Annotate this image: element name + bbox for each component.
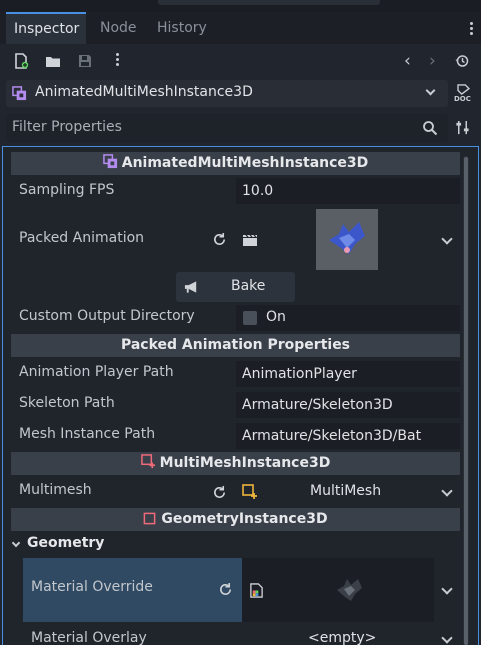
object-selector-chevron-down-icon	[425, 85, 436, 96]
dock-menu-icon[interactable]	[470, 22, 474, 37]
section-title: Packed Animation Properties	[120, 337, 351, 353]
multimesh-resource-icon	[242, 484, 257, 499]
search-icon	[423, 121, 438, 136]
doc-icon[interactable]: DOC	[454, 84, 472, 104]
tab-node[interactable]: Node	[100, 12, 140, 44]
section-geometry-instance: GeometryInstance3D	[11, 508, 460, 531]
scrollbar-thumb[interactable]	[464, 157, 468, 645]
material-preview-thumbnail	[337, 579, 362, 601]
packed-animation-revert-icon[interactable]	[212, 232, 227, 247]
multimesh-value[interactable]: MultiMesh	[310, 483, 381, 499]
custom-output-toggle-row: On	[236, 305, 460, 331]
tab-inspector[interactable]: Inspector	[6, 12, 86, 44]
open-folder-icon[interactable]	[45, 53, 61, 69]
multimesh-label: Multimesh	[19, 482, 92, 498]
section-packed-animation-properties[interactable]: Packed Animation Properties	[11, 334, 460, 357]
material-override-field[interactable]	[242, 558, 434, 622]
history-forward-icon[interactable]: ›	[429, 51, 436, 71]
material-overlay-label: Material Overlay	[31, 630, 147, 645]
skeleton-path-label: Skeleton Path	[19, 395, 115, 411]
bake-button[interactable]: Bake	[176, 272, 295, 302]
material-resource-icon	[250, 583, 263, 598]
filter-properties-input[interactable]: Filter Properties	[6, 114, 448, 142]
animated-multimesh-section-icon	[102, 154, 117, 169]
megaphone-icon	[184, 281, 197, 293]
material-override-revert-icon[interactable]	[218, 582, 233, 597]
multimesh-instance-icon	[140, 454, 155, 469]
sampling-fps-field[interactable]: 10.0	[236, 178, 460, 204]
sampling-fps-label: Sampling FPS	[19, 182, 115, 198]
mesh-instance-path-label: Mesh Instance Path	[19, 426, 156, 442]
top-drag-strip	[0, 0, 481, 12]
packed-animation-label: Packed Animation	[19, 230, 145, 246]
tab-history[interactable]: History	[157, 12, 217, 44]
clapperboard-icon	[243, 234, 257, 246]
material-overlay-value[interactable]: <empty>	[308, 630, 376, 645]
section-title: AnimatedMultiMeshInstance3D	[121, 155, 369, 171]
geometry-instance-icon	[144, 512, 156, 525]
object-history-icon[interactable]	[454, 53, 470, 69]
dock-tab-bar: Inspector Node History	[0, 12, 481, 44]
section-title: MultiMeshInstance3D	[159, 455, 331, 471]
filter-placeholder: Filter Properties	[12, 119, 122, 135]
section-multimesh-instance: MultiMeshInstance3D	[11, 452, 460, 475]
packed-animation-preview[interactable]	[316, 209, 378, 270]
geometry-group-label[interactable]: Geometry	[27, 535, 104, 551]
mesh-instance-path-field[interactable]: Armature/Skeleton3D/Bat	[236, 423, 460, 449]
new-resource-icon[interactable]	[13, 53, 29, 69]
anim-player-path-field[interactable]: AnimationPlayer	[236, 361, 460, 387]
bat-thumbnail-icon	[329, 222, 365, 254]
multimesh-revert-icon[interactable]	[212, 485, 227, 500]
history-back-icon[interactable]: ‹	[404, 51, 411, 71]
inspector-options-icon[interactable]	[455, 120, 470, 135]
dock-grab-handle[interactable]	[158, 0, 380, 5]
custom-output-label: Custom Output Directory	[19, 308, 195, 324]
custom-output-checkbox[interactable]	[243, 311, 257, 325]
anim-player-path-label: Animation Player Path	[19, 364, 174, 380]
material-override-label: Material Override	[31, 579, 153, 595]
bake-label: Bake	[231, 278, 266, 294]
skeleton-path-field[interactable]: Armature/Skeleton3D	[236, 392, 460, 418]
section-animated-multimesh: AnimatedMultiMeshInstance3D	[11, 152, 460, 175]
object-selector[interactable]: AnimatedMultiMeshInstance3D	[6, 80, 448, 107]
resource-menu-icon[interactable]	[116, 53, 120, 68]
save-icon[interactable]	[77, 53, 93, 69]
custom-output-value: On	[266, 309, 286, 325]
object-name: AnimatedMultiMeshInstance3D	[35, 84, 253, 100]
animated-multimesh-node-icon	[12, 86, 27, 101]
section-title: GeometryInstance3D	[161, 511, 328, 527]
